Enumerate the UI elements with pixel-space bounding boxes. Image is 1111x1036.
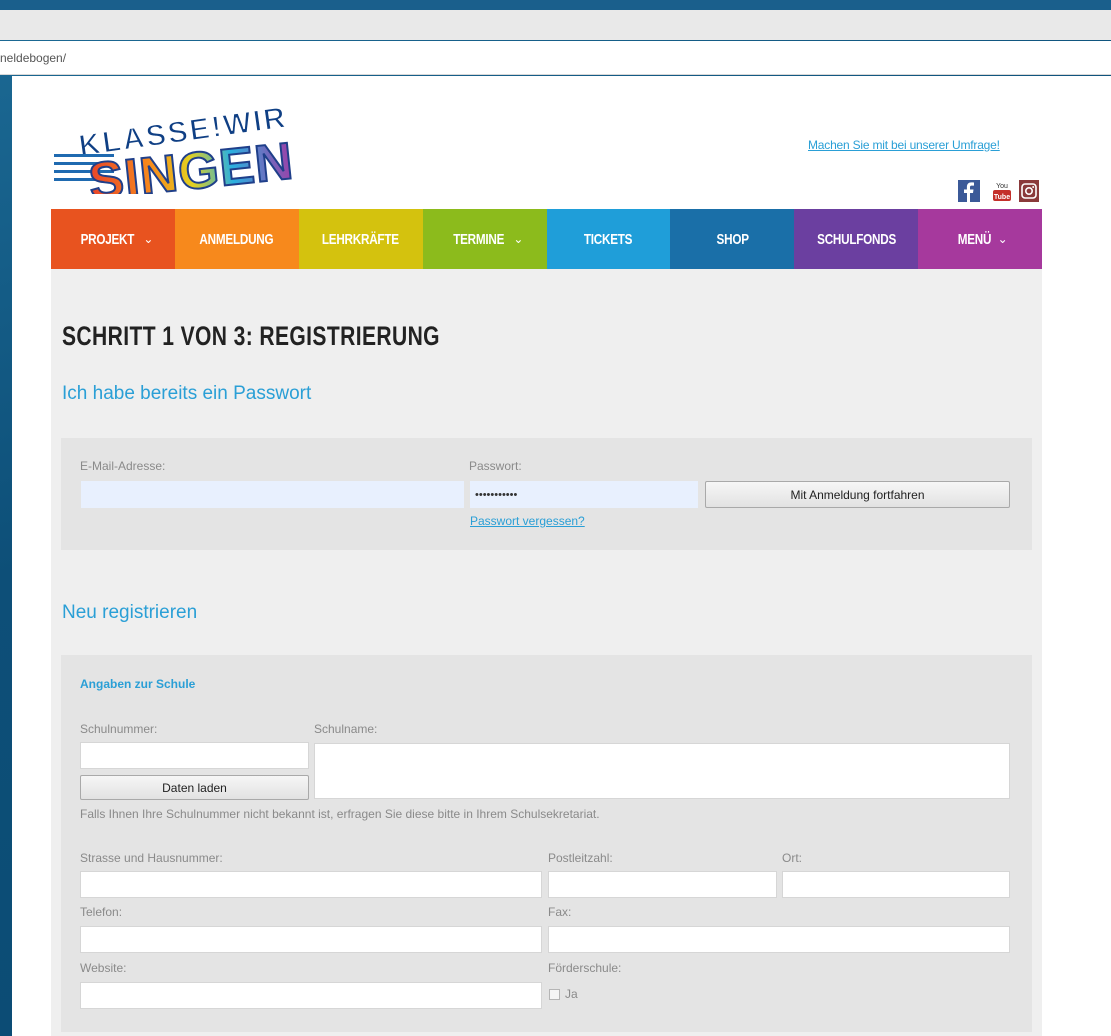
main-navigation: PROJEKT ⌄ ANMELDUNG LEHRKRÄFTE TERMINE ⌄…: [51, 209, 1042, 269]
nav-item-anmeldung[interactable]: ANMELDUNG: [174, 209, 299, 269]
youtube-icon[interactable]: You Tube: [992, 180, 1012, 202]
register-box: Angaben zur Schule Schulnummer: Daten la…: [61, 655, 1032, 1032]
foerderschule-checkbox[interactable]: [549, 989, 560, 1000]
survey-link[interactable]: Machen Sie mit bei unserer Umfrage!: [808, 138, 1000, 152]
foerderschule-label: Förderschule:: [548, 961, 622, 975]
nav-item-tickets[interactable]: TICKETS: [546, 209, 671, 269]
password-label: Passwort:: [469, 459, 522, 473]
forgot-password-link[interactable]: Passwort vergessen?: [470, 514, 585, 528]
register-heading: Neu registrieren: [62, 602, 198, 623]
nav-item-lehrkraefte[interactable]: LEHRKRÄFTE: [298, 209, 423, 269]
email-label: E-Mail-Adresse:: [80, 459, 166, 473]
nav-item-shop[interactable]: SHOP: [670, 209, 795, 269]
browser-tab-bar: [0, 0, 1111, 40]
page-title: SCHRITT 1 VON 3: REGISTRIERUNG: [62, 321, 440, 351]
nav-item-termine[interactable]: TERMINE ⌄: [422, 209, 547, 269]
email-field[interactable]: [81, 481, 464, 508]
web-page: KLASSE!WIR SINGEN Machen Sie mit bei uns…: [12, 76, 1111, 1036]
ort-field[interactable]: [782, 871, 1010, 898]
instagram-icon[interactable]: [1019, 180, 1039, 202]
website-label: Website:: [80, 961, 127, 975]
strasse-label: Strasse und Hausnummer:: [80, 851, 223, 865]
load-data-button[interactable]: Daten laden: [80, 775, 309, 800]
nav-item-schulfonds[interactable]: SCHULFONDS: [794, 209, 919, 269]
password-field[interactable]: •••••••••••: [470, 481, 698, 508]
schulname-field[interactable]: [314, 743, 1010, 799]
address-url[interactable]: neldebogen/: [0, 51, 66, 65]
school-section-heading: Angaben zur Schule: [80, 677, 196, 691]
klasse-wir-singen-logo[interactable]: KLASSE!WIR SINGEN: [48, 90, 368, 212]
fax-field[interactable]: [548, 926, 1010, 953]
fax-label: Fax:: [548, 905, 572, 919]
website-field[interactable]: [80, 982, 542, 1009]
schulnummer-field[interactable]: [80, 742, 309, 769]
registration-content: SCHRITT 1 VON 3: REGISTRIERUNG Ich habe …: [51, 269, 1042, 1036]
svg-text:Tube: Tube: [994, 194, 1010, 201]
chevron-down-icon: ⌄: [997, 232, 1008, 246]
facebook-icon[interactable]: [958, 180, 980, 202]
foerderschule-option-label: Ja: [565, 987, 578, 1001]
strasse-field[interactable]: [80, 871, 542, 898]
telefon-label: Telefon:: [80, 905, 123, 919]
continue-with-login-button[interactable]: Mit Anmeldung fortfahren: [705, 481, 1010, 508]
nav-item-menu[interactable]: MENÜ ⌄: [918, 209, 1042, 269]
svg-text:You: You: [996, 183, 1008, 190]
chevron-down-icon: ⌄: [513, 232, 524, 246]
plz-field[interactable]: [548, 871, 777, 898]
chevron-down-icon: ⌄: [143, 232, 154, 246]
telefon-field[interactable]: [80, 926, 542, 953]
ort-label: Ort:: [782, 851, 802, 865]
plz-label: Postleitzahl:: [548, 851, 613, 865]
schulname-label: Schulname:: [314, 722, 378, 736]
nav-item-projekt[interactable]: PROJEKT ⌄: [51, 209, 175, 269]
address-bar[interactable]: neldebogen/: [0, 41, 1111, 75]
schulnummer-label: Schulnummer:: [80, 722, 158, 736]
login-box: E-Mail-Adresse: Passwort: ••••••••••• Mi…: [61, 438, 1032, 550]
login-heading: Ich habe bereits ein Passwort: [62, 383, 312, 404]
schulnummer-hint: Falls Ihnen Ihre Schulnummer nicht bekan…: [80, 807, 600, 821]
